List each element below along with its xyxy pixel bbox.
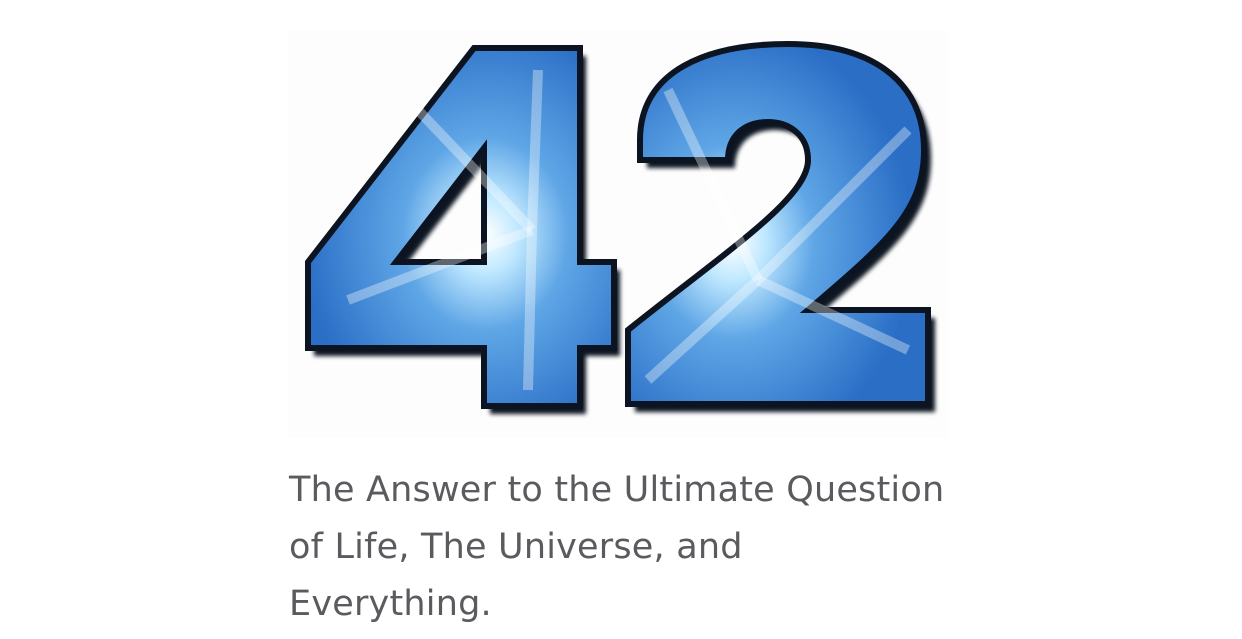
hero-figure — [288, 30, 948, 438]
figure-caption: The Answer to the Ultimate Question of L… — [289, 462, 969, 633]
caption-line-1: The Answer to the Ultimate Question — [289, 470, 945, 510]
digit-two — [625, 40, 935, 412]
caption-line-2: of Life, The Universe, and — [289, 527, 743, 567]
digit-four — [305, 45, 620, 414]
starburst-number-42-image — [305, 40, 935, 414]
article-page: The Answer to the Ultimate Question of L… — [0, 0, 1242, 639]
caption-line-3: Everything. — [289, 584, 492, 624]
